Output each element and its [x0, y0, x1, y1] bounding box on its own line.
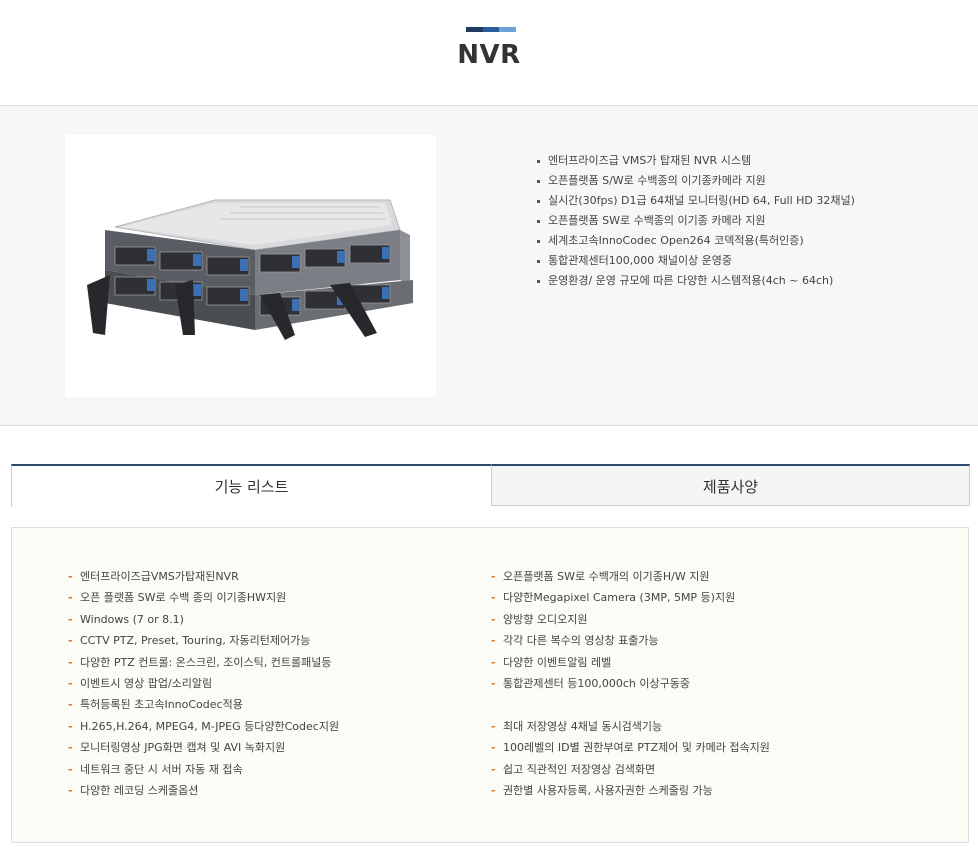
tab-bar: 기능 리스트 제품사양: [11, 464, 970, 507]
feature-item: 엔터프라이즈급 VMS가 탑재된 NVR 시스템: [537, 151, 855, 171]
product-feature-list: 엔터프라이즈급 VMS가 탑재된 NVR 시스템 오픈플랫폼 S/W로 수백종의…: [537, 151, 855, 291]
list-item: 권한별 사용자등록, 사용자권한 스케줄링 가능: [491, 780, 770, 802]
feature-item: 통합관제센터100,000 채널이상 운영중: [537, 251, 855, 271]
list-item: 특허등록된 초고속InnoCodec적용: [68, 694, 339, 716]
nvr-server-illustration: [87, 199, 413, 340]
list-item-empty: [491, 694, 770, 715]
list-item: H.265,H.264, MPEG4, M-JPEG 등다양한Codec지원: [68, 716, 339, 738]
list-item: 100레벨의 ID별 권한부여로 PTZ제어 및 카메라 접속지원: [491, 737, 770, 759]
list-item: 쉽고 직관적인 저장영상 검색화면: [491, 759, 770, 781]
list-item: 다양한 레코딩 스케줄옵션: [68, 780, 339, 802]
list-item: 양방향 오디오지원: [491, 609, 770, 631]
list-item: Windows (7 or 8.1): [68, 609, 339, 631]
tab-function-list[interactable]: 기능 리스트: [11, 464, 491, 507]
list-item: 엔터프라이즈급VMS가탑재된NVR: [68, 566, 339, 588]
list-item: CCTV PTZ, Preset, Touring, 자동리턴제어가능: [68, 630, 339, 652]
list-item: 오픈플랫폼 SW로 수백개의 이기종H/W 지원: [491, 566, 770, 588]
accent-segment-2: [483, 27, 499, 32]
list-item: 이벤트시 영상 팝업/소리알림: [68, 673, 339, 695]
list-item: 다양한 PTZ 컨트롤: 온스크린, 조이스틱, 컨트롤패널등: [68, 652, 339, 674]
feature-item: 세계초고속InnoCodec Open264 코덱적용(특허인증): [537, 231, 855, 251]
list-item: 최대 저장영상 4채널 동시검색기능: [491, 716, 770, 738]
feature-item: 운영환경/ 운영 규모에 따른 다양한 시스템적용(4ch ~ 64ch): [537, 271, 855, 291]
list-item: 다양한 이벤트알림 레벨: [491, 652, 770, 674]
accent-segment-1: [466, 27, 483, 32]
product-overview: 엔터프라이즈급 VMS가 탑재된 NVR 시스템 오픈플랫폼 S/W로 수백종의…: [0, 105, 978, 426]
list-item: 모니터링영상 JPG화면 캡쳐 및 AVI 녹화지원: [68, 737, 339, 759]
list-item: 각각 다른 복수의 영상창 표출가능: [491, 630, 770, 652]
function-list-panel: 엔터프라이즈급VMS가탑재된NVR 오픈 플랫폼 SW로 수백 종의 이기종HW…: [11, 527, 969, 843]
feature-item: 오픈플랫폼 S/W로 수백종의 이기종카메라 지원: [537, 171, 855, 191]
feature-item: 오픈플랫폼 SW로 수백종의 이기종 카메라 지원: [537, 211, 855, 231]
product-image: [65, 135, 436, 397]
feature-item: 실시간(30fps) D1급 64채널 모니터링(HD 64, Full HD …: [537, 191, 855, 211]
list-item: 통합관제센터 등100,000ch 이상구동중: [491, 673, 770, 695]
list-item: 오픈 플랫폼 SW로 수백 종의 이기종HW지원: [68, 587, 339, 609]
function-list-right: 오픈플랫폼 SW로 수백개의 이기종H/W 지원 다양한Megapixel Ca…: [491, 566, 770, 802]
list-item: 다양한Megapixel Camera (3MP, 5MP 등)지원: [491, 587, 770, 609]
page-title: NVR: [457, 40, 521, 70]
title-accent-bar: [466, 27, 516, 32]
accent-segment-3: [499, 27, 516, 32]
function-list-left: 엔터프라이즈급VMS가탑재된NVR 오픈 플랫폼 SW로 수백 종의 이기종HW…: [68, 566, 339, 802]
list-item: 네트워크 중단 시 서버 자동 재 접속: [68, 759, 339, 781]
tab-product-specs[interactable]: 제품사양: [491, 464, 970, 506]
